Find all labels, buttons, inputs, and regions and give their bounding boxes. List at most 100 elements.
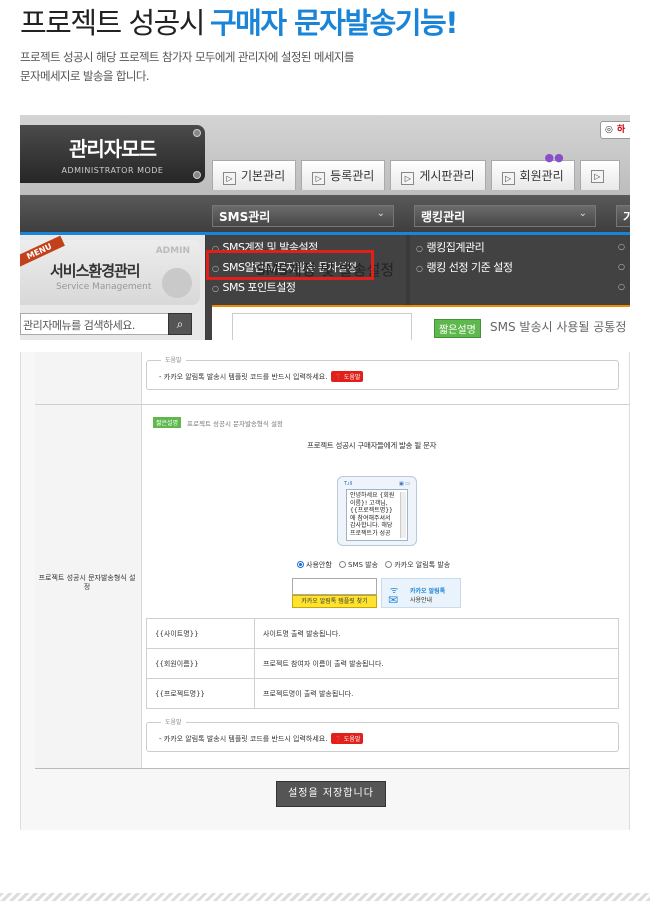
variable-desc: 사이트명 출력 발송됩니다.	[254, 618, 619, 649]
quick-description-tag: 짧은설명	[153, 417, 182, 428]
radio-label: 사용안함	[306, 561, 332, 569]
arrow-box-icon: ▷	[501, 172, 515, 185]
submenu-item-label: SMS 포인트설정	[222, 281, 296, 294]
tab-label: 게시판관리	[419, 169, 475, 183]
submenu-item-ranking-stats[interactable]: ○ 랭킹집계관리	[416, 239, 485, 255]
help-button-label: 도움말	[343, 374, 361, 381]
admin-label: ADMIN	[155, 246, 190, 256]
help-text-content: - 카카오 알림톡 발송시 템플릿 코드를 반드시 입력하세요.	[159, 735, 328, 743]
content-frame	[232, 313, 412, 340]
highlight-box	[206, 250, 374, 280]
hero-desc-line1: 프로젝트 성공시 해당 프로젝트 참가자 모두에게 관리자에 설정된 메세지를	[20, 50, 354, 64]
submenu-item-sms-point[interactable]: ○ SMS 포인트설정	[212, 279, 296, 295]
send-mode-radio-group: 사용안함 SMS 발송 카카오 알림톡 발송	[297, 560, 455, 570]
tab-label: 등록관리	[330, 169, 375, 183]
radio-none[interactable]: 사용안함	[297, 561, 332, 569]
phone-preview: T.ıll ▣ ▭ 안녕하세요 {회원이름}! 고객님, {{프로젝트명}}에 …	[337, 476, 417, 546]
dropdown-more[interactable]: 기	[616, 205, 630, 227]
kakao-guide-button[interactable]: ᯤ ✉ 카카오 알림톡 사용안내	[381, 578, 461, 608]
variable-desc: 프로젝트 참여자 이름이 출력 발송됩니다.	[254, 648, 619, 679]
bullet-icon: ○	[618, 262, 625, 271]
service-title: 서비스환경관리	[50, 262, 141, 280]
search-icon[interactable]: ⌕	[168, 313, 192, 335]
admin-logo-subtitle: ADMINISTRATOR MODE	[61, 166, 164, 175]
help-legend: 도움말	[161, 355, 186, 364]
hero-description: 프로젝트 성공시 해당 프로젝트 참가자 모두에게 관리자에 설정된 메세지를 …	[20, 48, 354, 86]
tab-label: 기본관리	[241, 169, 286, 183]
bullet-icon: ○	[618, 242, 625, 251]
tab-member[interactable]: ●● ▷ 회원관리	[490, 151, 575, 190]
top-right-button[interactable]: ◎ 하	[600, 121, 630, 139]
tab-board[interactable]: ▷ 게시판관리	[390, 160, 486, 190]
admin-logo[interactable]: 관리자모드 ADMINISTRATOR MODE	[20, 125, 205, 183]
quick-description-tag: 짧은설명	[434, 319, 481, 338]
dropdown-label: SMS관리	[219, 210, 271, 224]
message-textarea[interactable]: 안녕하세요 {회원이름}! 고객님, {{프로젝트명}}에 참여해주셔서 감사합…	[346, 489, 408, 541]
top-right-button-label: 하	[616, 125, 626, 135]
admin-content-area: 짧은설명 SMS 발송시 사용될 공통정	[212, 305, 630, 340]
tab-basic[interactable]: ▷ 기본관리	[212, 160, 297, 190]
submenu-item-ranking-criteria[interactable]: ○ 랭킹 선정 기준 설정	[416, 259, 513, 275]
row-label: 프로젝트 성공시 문자발송형식 설정	[38, 574, 136, 591]
help-text: - 카카오 알림톡 발송시 템플릿 코드를 반드시 입력하세요. ❓ 도움말	[159, 371, 364, 382]
radio-checked-icon	[297, 561, 304, 568]
table-row: {{프로젝트명}} 프로젝트명이 출력 발송됩니다.	[146, 678, 619, 709]
tab-label: 회원관리	[519, 169, 564, 183]
submenu-item-label: 랭킹 선정 기준 설정	[426, 261, 513, 274]
kakao-guide-title: 카카오 알림톡	[410, 588, 446, 595]
service-subtitle: Service Management	[56, 282, 152, 292]
submenu-item-label: 랭킹집계관리	[426, 241, 485, 254]
dropdown-ranking[interactable]: 랭킹관리 ⌄	[414, 205, 596, 227]
admin-menu-screenshot: 관리자모드 ADMINISTRATOR MODE ◎ 하 ▷ 기본관리 ▷ 등록관리 …	[20, 115, 630, 340]
logo-dot-icon	[193, 129, 201, 137]
hero-desc-line2: 문자메세지로 발송을 합니다.	[20, 69, 150, 83]
chevron-down-icon: ⌄	[376, 208, 385, 219]
service-management-card[interactable]: MENU ADMIN 서비스환경관리 Service Management	[20, 235, 200, 305]
quick-description-text: 프로젝트 성공시 문자발송형식 설정	[187, 420, 283, 428]
dashed-separator	[0, 893, 650, 901]
phone-status-icon: ▣ ▭	[398, 481, 410, 487]
tab-register[interactable]: ▷ 등록관리	[301, 160, 386, 190]
help-box: 도움말 - 카카오 알림톡 발송시 템플릿 코드를 반드시 입력하세요. ❓ 도움…	[146, 717, 619, 752]
dropdown-label: 기	[623, 210, 630, 224]
people-icon: ●●	[544, 151, 564, 164]
radio-unchecked-icon	[339, 561, 346, 568]
bullet-icon: ○	[416, 264, 423, 273]
help-text: - 카카오 알림톡 발송시 템플릿 코드를 반드시 입력하세요. ❓ 도움말	[159, 733, 364, 744]
gear-decoration-icon	[162, 268, 192, 298]
radio-label: SMS 발송	[348, 561, 379, 569]
find-template-button[interactable]: 카카오 알림톡 템플릿 찾기	[292, 595, 377, 608]
help-text-content: - 카카오 알림톡 발송시 템플릿 코드를 반드시 입력하세요.	[159, 373, 328, 381]
chevron-down-icon: ⌄	[578, 208, 587, 219]
arrow-box-icon: ▷	[223, 172, 236, 185]
table-row: {{회원이름}} 프로젝트 참여자 이름이 출력 발송됩니다.	[146, 648, 619, 679]
save-settings-button[interactable]: 설정을 저장합니다	[276, 781, 386, 807]
variable-table: {{사이트명}} 사이트명 출력 발송됩니다. {{회원이름}} 프로젝트 참여…	[146, 618, 619, 709]
scrollbar[interactable]	[400, 492, 406, 538]
hero-title: 프로젝트 성공시 구매자 문자발송기능!	[20, 0, 458, 42]
arrow-box-icon: ▷	[590, 170, 604, 183]
arrow-box-icon: ▷	[401, 172, 415, 185]
variable-key: {{회원이름}}	[146, 648, 255, 679]
radio-kakao[interactable]: 카카오 알림톡 발송	[385, 561, 450, 569]
tab-more[interactable]: ▷	[579, 160, 620, 190]
hero-title-main: 프로젝트 성공시	[20, 6, 205, 40]
dropdown-sms[interactable]: SMS관리 ⌄	[212, 205, 394, 227]
variable-key: {{사이트명}}	[146, 618, 255, 649]
help-button[interactable]: ❓ 도움말	[331, 371, 364, 382]
template-code-input[interactable]	[292, 578, 377, 595]
radio-unchecked-icon	[385, 561, 393, 568]
radio-sms[interactable]: SMS 발송	[339, 561, 378, 569]
message-text: 안녕하세요 {회원이름}! 고객님, {{프로젝트명}}에 참여해주셔서 감사합…	[350, 492, 395, 537]
signal-icon: T.ıll	[344, 481, 353, 487]
logo-dot-icon	[193, 171, 201, 179]
help-button-label: 도움말	[343, 736, 361, 743]
variable-desc: 프로젝트명이 출력 발송됩니다.	[254, 678, 619, 709]
radio-label: 카카오 알림톡 발송	[394, 561, 451, 569]
bullet-icon: ○	[618, 282, 625, 291]
row-label-cell	[35, 352, 140, 404]
message-caption: 프로젝트 성공시 구매자들에게 발송 될 문자	[307, 441, 437, 450]
admin-menu-search-input[interactable]: 관리자메뉴를 검색하세요.	[20, 313, 190, 335]
help-box: 도움말 - 카카오 알림톡 발송시 템플릿 코드를 반드시 입력하세요. ❓ 도움…	[146, 355, 619, 390]
help-button[interactable]: ❓ 도움말	[331, 733, 364, 744]
